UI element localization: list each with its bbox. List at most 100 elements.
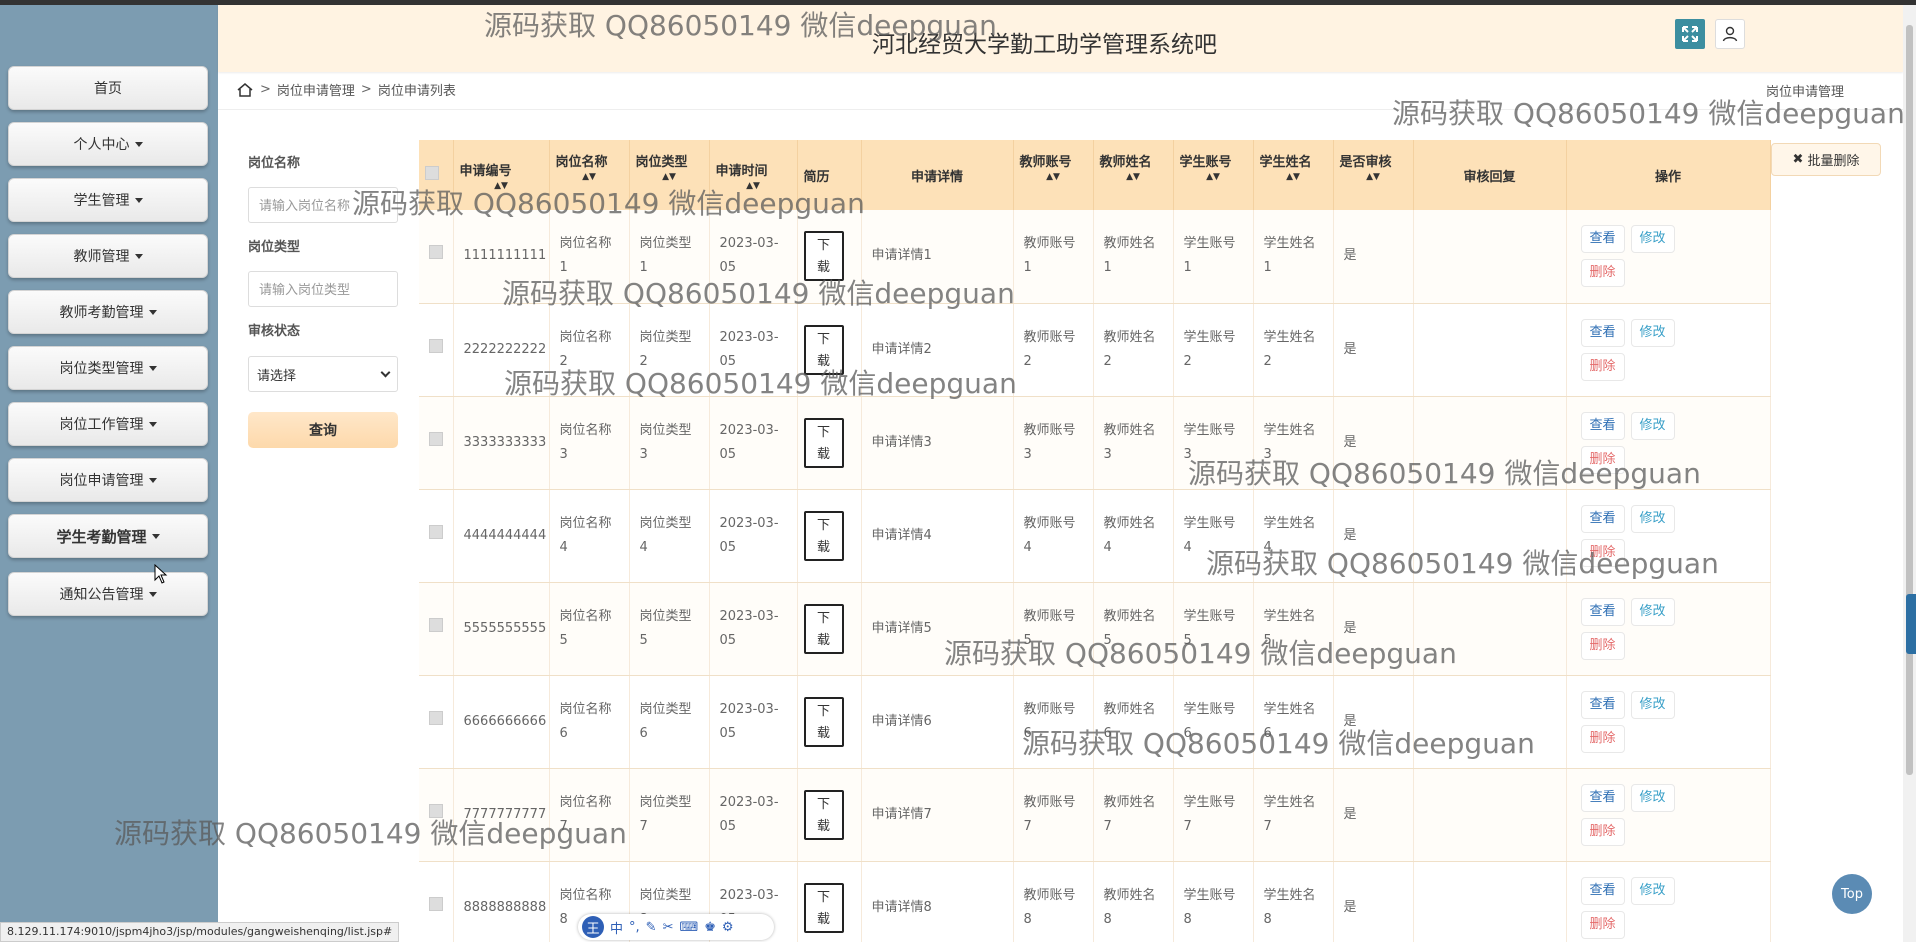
row-checkbox[interactable]	[429, 803, 443, 818]
sidebar-item-2[interactable]: 学生管理	[8, 178, 208, 222]
cell-line: 4	[1263, 539, 1272, 555]
cell-line: 岗位类型	[639, 887, 692, 903]
cell-line: 5	[1263, 632, 1272, 648]
row-checkbox[interactable]	[429, 524, 443, 539]
cell-name: 岗位名称 7	[549, 768, 630, 862]
side-float-tab[interactable]	[1906, 594, 1916, 654]
view-button[interactable]: 查看	[1580, 783, 1625, 812]
delete-button[interactable]: 删除	[1580, 352, 1625, 381]
edit-button[interactable]: 修改	[1630, 876, 1675, 905]
edit-button[interactable]: 修改	[1630, 504, 1675, 533]
breadcrumb-level1[interactable]: 岗位申请管理	[277, 80, 355, 99]
delete-button[interactable]: 删除	[1580, 724, 1625, 753]
download-button[interactable]: 下载	[803, 789, 844, 840]
back-to-top-button[interactable]: Top	[1832, 874, 1872, 914]
view-button[interactable]: 查看	[1580, 225, 1625, 254]
position-name-input[interactable]	[248, 187, 398, 223]
cell-detail: 申请详情4	[861, 489, 1014, 583]
cell-reply	[1413, 582, 1567, 676]
sidebar-item-1[interactable]: 个人中心	[8, 122, 208, 166]
punctuation-icon[interactable]: °,	[629, 920, 640, 935]
delete-button[interactable]: 删除	[1580, 910, 1625, 939]
cell-line: 岗位名称	[559, 422, 612, 438]
view-button[interactable]: 查看	[1580, 411, 1625, 440]
delete-button[interactable]: 删除	[1580, 631, 1625, 660]
edit-button[interactable]: 修改	[1630, 318, 1675, 347]
cell-line: 6	[1183, 725, 1192, 741]
system-title: 河北经贸大学勤工助学管理系统吧	[872, 32, 1217, 58]
page-scrollbar[interactable]	[1903, 5, 1916, 942]
view-button[interactable]: 查看	[1580, 318, 1625, 347]
scrollbar-thumb[interactable]	[1906, 25, 1913, 775]
download-button[interactable]: 下载	[803, 603, 844, 654]
cell-line: 2	[1263, 353, 1272, 369]
col-header-teacher-name[interactable]: 教师姓名 ▲▼	[1093, 140, 1174, 210]
row-checkbox[interactable]	[429, 710, 443, 725]
ime-toolbar[interactable]: 王 中 °, ✎ ✂ ⌨ ♚ ⚙	[578, 914, 774, 940]
cell-student-account: 学生账号 2	[1173, 303, 1254, 397]
view-button[interactable]: 查看	[1580, 597, 1625, 626]
download-button[interactable]: 下载	[803, 417, 844, 468]
settings-gear-icon[interactable]: ⚙	[722, 920, 734, 935]
keyboard-icon[interactable]: ⌨	[679, 920, 698, 935]
edit-button[interactable]: 修改	[1630, 783, 1675, 812]
cell-student-account: 学生账号 7	[1173, 768, 1254, 862]
batch-delete-button[interactable]: ✖ 批量删除	[1771, 143, 1881, 176]
position-type-input[interactable]	[248, 271, 398, 307]
cell-reply	[1413, 210, 1567, 304]
sidebar-item-6[interactable]: 岗位工作管理	[8, 402, 208, 446]
col-header-time[interactable]: 申请时间 ▲▼	[709, 140, 798, 210]
sidebar-item-4[interactable]: 教师考勤管理	[8, 290, 208, 334]
col-header-id[interactable]: 申请编号 ▲▼	[453, 140, 550, 210]
ime-logo-icon[interactable]: 王	[582, 916, 604, 938]
delete-button[interactable]: 删除	[1580, 817, 1625, 846]
cell-time: 2023-03- 05	[709, 396, 798, 490]
view-button[interactable]: 查看	[1580, 504, 1625, 533]
query-button[interactable]: 查询	[248, 412, 398, 448]
row-checkbox[interactable]	[429, 617, 443, 632]
edit-button[interactable]: 修改	[1630, 225, 1675, 254]
skin-icon[interactable]: ♚	[704, 920, 716, 935]
col-header-type[interactable]: 岗位类型 ▲▼	[629, 140, 710, 210]
delete-button[interactable]: 删除	[1580, 259, 1625, 288]
row-select-cell	[419, 396, 454, 490]
edit-button[interactable]: 修改	[1630, 411, 1675, 440]
download-button[interactable]: 下载	[803, 696, 844, 747]
download-button[interactable]: 下载	[803, 510, 844, 561]
view-button[interactable]: 查看	[1580, 690, 1625, 719]
col-header-student-name[interactable]: 学生姓名 ▲▼	[1253, 140, 1334, 210]
sidebar-item-0[interactable]: 首页	[8, 66, 208, 110]
row-checkbox[interactable]	[429, 896, 443, 911]
delete-button[interactable]: 删除	[1580, 538, 1625, 567]
pen-icon[interactable]: ✎	[646, 920, 657, 935]
download-button[interactable]: 下载	[803, 324, 844, 375]
cell-teacher-name: 教师姓名 5	[1093, 582, 1174, 676]
sidebar-item-5[interactable]: 岗位类型管理	[8, 346, 208, 390]
user-menu-button[interactable]	[1715, 19, 1745, 49]
download-button[interactable]: 下载	[803, 231, 844, 282]
sidebar-item-8[interactable]: 学生考勤管理	[8, 514, 208, 558]
home-icon[interactable]	[236, 82, 254, 98]
ime-mode-indicator[interactable]: 中	[610, 918, 623, 937]
edit-button[interactable]: 修改	[1630, 597, 1675, 626]
download-button[interactable]: 下载	[803, 882, 844, 933]
sidebar-item-9[interactable]: 通知公告管理	[8, 572, 208, 616]
col-header-teacher-account[interactable]: 教师账号 ▲▼	[1013, 140, 1094, 210]
sidebar-item-3[interactable]: 教师管理	[8, 234, 208, 278]
select-all-checkbox[interactable]	[425, 166, 439, 180]
audit-status-select[interactable]: 请选择	[248, 356, 398, 392]
fullscreen-button[interactable]	[1675, 19, 1705, 49]
row-checkbox[interactable]	[429, 338, 443, 353]
col-header-student-account[interactable]: 学生账号 ▲▼	[1173, 140, 1254, 210]
cell-time: 2023-03- 05	[709, 768, 798, 862]
row-checkbox[interactable]	[429, 431, 443, 446]
view-button[interactable]: 查看	[1580, 876, 1625, 905]
row-checkbox[interactable]	[429, 245, 443, 260]
col-header-audit[interactable]: 是否审核 ▲▼	[1333, 140, 1414, 210]
col-header-name[interactable]: 岗位名称 ▲▼	[549, 140, 630, 210]
delete-button[interactable]: 删除	[1580, 445, 1625, 474]
scissors-icon[interactable]: ✂	[663, 920, 674, 935]
edit-button[interactable]: 修改	[1630, 690, 1675, 719]
sidebar-item-7[interactable]: 岗位申请管理	[8, 458, 208, 502]
caret-down-icon	[148, 591, 157, 597]
